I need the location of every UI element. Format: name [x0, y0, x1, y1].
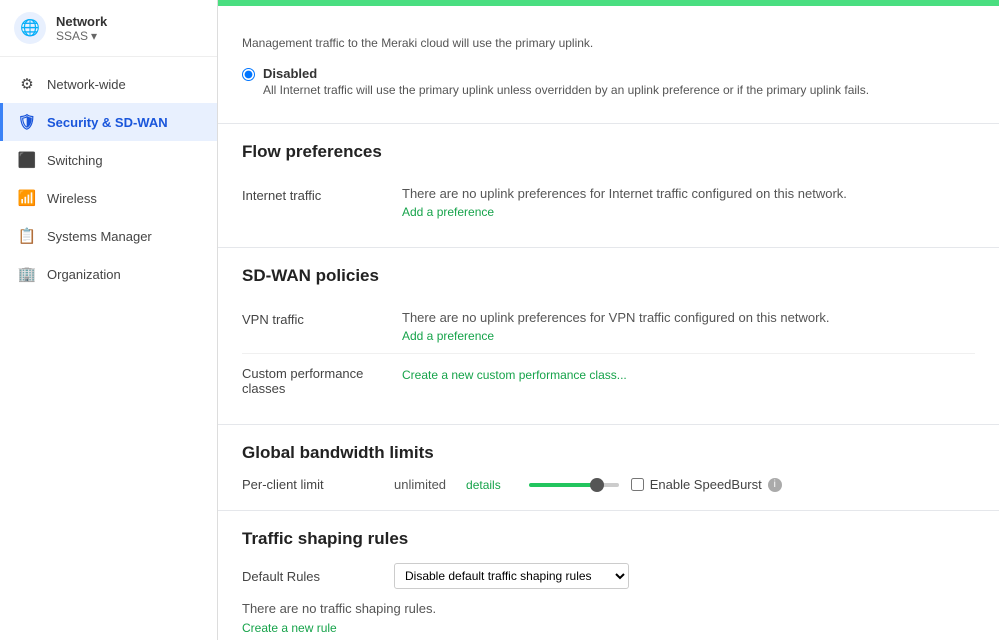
vpn-traffic-value: There are no uplink preferences for VPN … [402, 310, 975, 343]
speedburst-label: Enable SpeedBurst [650, 477, 762, 492]
wireless-icon: 📶 [17, 188, 37, 208]
speedburst-container: Enable SpeedBurst i [631, 477, 782, 492]
sidebar-item-label: Network-wide [47, 77, 126, 92]
sidebar-item-wireless[interactable]: 📶 Wireless [0, 179, 217, 217]
network-icon: 🌐 [14, 12, 46, 44]
per-client-value: unlimited [394, 477, 446, 492]
main-content: Management traffic to the Meraki cloud w… [218, 0, 999, 640]
per-client-label: Per-client limit [242, 477, 382, 492]
network-wide-icon: ⚙ [17, 74, 37, 94]
slider-container [529, 483, 619, 487]
intro-text: Management traffic to the Meraki cloud w… [242, 24, 975, 58]
default-rules-label: Default Rules [242, 569, 382, 584]
sidebar-item-security-sdwan[interactable]: 🛡 Security & SD-WAN [0, 103, 217, 141]
security-icon: 🛡 [17, 112, 37, 132]
sidebar-nav: ⚙ Network-wide 🛡 Security & SD-WAN ⬛ Swi… [0, 57, 217, 301]
network-title: Network [56, 14, 107, 29]
details-link[interactable]: details [466, 478, 501, 492]
add-vpn-preference-link[interactable]: Add a preference [402, 329, 975, 343]
bandwidth-section: Global bandwidth limits Per-client limit… [218, 424, 999, 510]
custom-performance-value: Create a new custom performance class... [402, 364, 975, 382]
uplink-section: Management traffic to the Meraki cloud w… [218, 6, 999, 124]
sidebar-item-label: Organization [47, 267, 121, 282]
internet-traffic-row: Internet traffic There are no uplink pre… [242, 176, 975, 229]
default-rules-dropdown[interactable]: Disable default traffic shaping rules En… [394, 563, 629, 589]
vpn-traffic-row: VPN traffic There are no uplink preferen… [242, 300, 975, 354]
bandwidth-slider[interactable] [529, 483, 619, 487]
info-icon[interactable]: i [768, 478, 782, 492]
bandwidth-title: Global bandwidth limits [242, 443, 975, 463]
internet-traffic-value: There are no uplink preferences for Inte… [402, 186, 975, 219]
sidebar-header-text: Network SSAS ▾ [56, 14, 107, 43]
flow-preferences-section: Flow preferences Internet traffic There … [218, 124, 999, 248]
speedburst-checkbox[interactable] [631, 478, 644, 491]
sidebar: 🌐 Network SSAS ▾ ⚙ Network-wide 🛡 Securi… [0, 0, 218, 640]
create-new-rule-link[interactable]: Create a new rule [242, 621, 337, 635]
per-client-row: Per-client limit unlimited details Enabl… [242, 477, 975, 492]
organization-icon: 🏢 [17, 264, 37, 284]
custom-performance-row: Custom performance classes Create a new … [242, 354, 975, 406]
switching-icon: ⬛ [17, 150, 37, 170]
disabled-label: Disabled [263, 66, 869, 81]
disabled-radio[interactable] [242, 68, 255, 81]
network-subtitle[interactable]: SSAS ▾ [56, 29, 107, 43]
sidebar-item-network-wide[interactable]: ⚙ Network-wide [0, 65, 217, 103]
internet-traffic-label: Internet traffic [242, 186, 402, 203]
sidebar-item-label: Security & SD-WAN [47, 115, 168, 130]
disabled-radio-row: Disabled All Internet traffic will use t… [242, 58, 975, 105]
sdwan-policies-section: SD-WAN policies VPN traffic There are no… [218, 248, 999, 424]
sidebar-header: 🌐 Network SSAS ▾ [0, 0, 217, 57]
create-performance-class-link[interactable]: Create a new custom performance class... [402, 368, 975, 382]
content-area: Management traffic to the Meraki cloud w… [218, 6, 999, 640]
sidebar-item-label: Wireless [47, 191, 97, 206]
traffic-shaping-section: Traffic shaping rules Default Rules Disa… [218, 510, 999, 640]
custom-performance-label: Custom performance classes [242, 364, 402, 396]
sidebar-item-label: Switching [47, 153, 103, 168]
sidebar-item-label: Systems Manager [47, 229, 152, 244]
vpn-traffic-label: VPN traffic [242, 310, 402, 327]
chevron-down-icon: ▾ [91, 29, 97, 43]
add-internet-preference-link[interactable]: Add a preference [402, 205, 975, 219]
default-rules-row: Default Rules Disable default traffic sh… [242, 563, 975, 589]
sidebar-item-organization[interactable]: 🏢 Organization [0, 255, 217, 293]
systems-manager-icon: 📋 [17, 226, 37, 246]
traffic-shaping-title: Traffic shaping rules [242, 529, 975, 549]
sidebar-item-systems-manager[interactable]: 📋 Systems Manager [0, 217, 217, 255]
flow-preferences-title: Flow preferences [242, 142, 975, 162]
sdwan-title: SD-WAN policies [242, 266, 975, 286]
no-rules-text: There are no traffic shaping rules. [242, 601, 975, 616]
disabled-desc: All Internet traffic will use the primar… [263, 83, 869, 97]
sidebar-item-switching[interactable]: ⬛ Switching [0, 141, 217, 179]
